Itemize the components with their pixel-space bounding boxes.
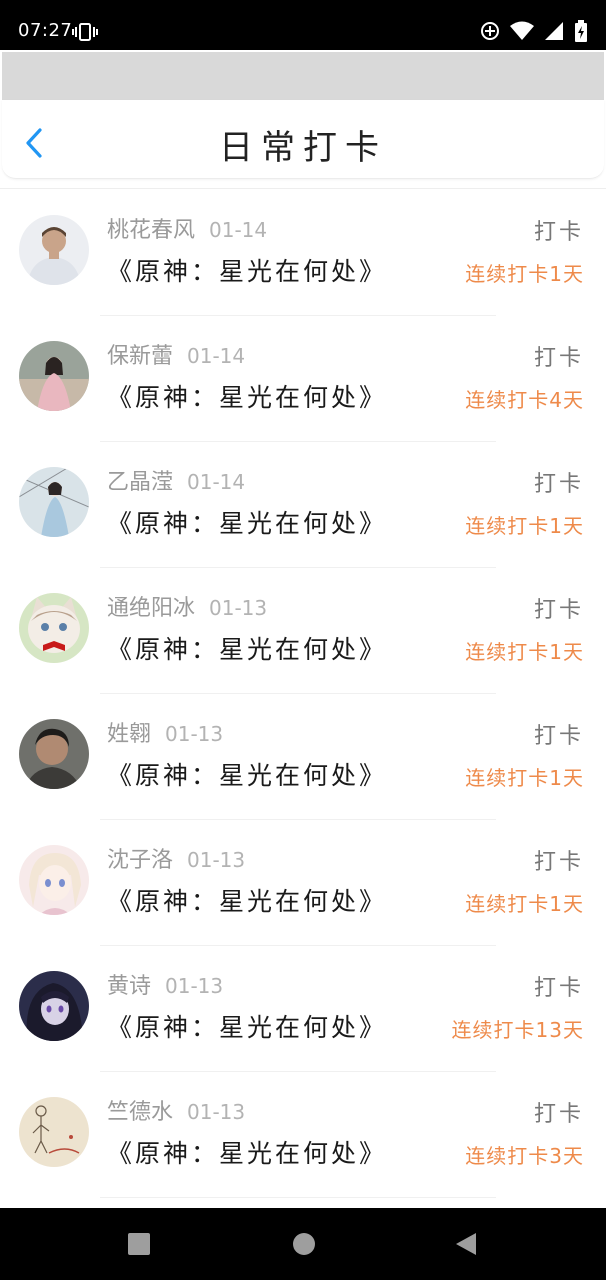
checkin-date: 01-14 bbox=[209, 218, 268, 242]
streak-count: 连续打卡1天 bbox=[465, 766, 584, 790]
status-bar: 07:27 bbox=[0, 0, 606, 50]
list-item[interactable]: 保新蕾 01-14 《原神：星光在何处》 打卡 连续打卡4天 bbox=[0, 316, 606, 442]
list-item[interactable]: 桃花春风 01-14 《原神：星光在何处》 打卡 连续打卡1天 bbox=[0, 190, 606, 316]
list-item[interactable]: 乙晶滢 01-14 《原神：星光在何处》 打卡 连续打卡1天 bbox=[0, 442, 606, 568]
checkin-header: 沈子洛 01-13 bbox=[107, 842, 245, 874]
checkin-button[interactable]: 打卡 bbox=[534, 718, 584, 750]
checkin-date: 01-13 bbox=[165, 974, 224, 998]
avatar bbox=[19, 593, 89, 663]
streak-count: 连续打卡1天 bbox=[465, 892, 584, 916]
book-title: 《原神：星光在何处》 bbox=[107, 635, 388, 664]
header: 日常打卡 bbox=[2, 100, 604, 179]
checkin-date: 01-13 bbox=[165, 722, 224, 746]
book-title: 《原神：星光在何处》 bbox=[107, 383, 388, 412]
list-item[interactable]: 姓翱 01-13 《原神：星光在何处》 打卡 连续打卡1天 bbox=[0, 694, 606, 820]
status-icons bbox=[480, 20, 588, 42]
checkin-button[interactable]: 打卡 bbox=[534, 844, 584, 876]
vibrate-icon bbox=[72, 23, 98, 41]
streak-count: 连续打卡13天 bbox=[451, 1018, 584, 1042]
streak-count: 连续打卡4天 bbox=[465, 388, 584, 412]
avatar bbox=[19, 341, 89, 411]
wifi-icon bbox=[510, 21, 534, 40]
checkin-header: 乙晶滢 01-14 bbox=[107, 464, 245, 496]
avatar bbox=[19, 719, 89, 789]
list-item[interactable]: 沈子洛 01-13 《原神：星光在何处》 打卡 连续打卡1天 bbox=[0, 820, 606, 946]
streak-count: 连续打卡3天 bbox=[465, 1144, 584, 1168]
avatar bbox=[19, 1097, 89, 1167]
book-title: 《原神：星光在何处》 bbox=[107, 761, 388, 790]
list-item[interactable]: 竺德水 01-13 《原神：星光在何处》 打卡 连续打卡3天 bbox=[0, 1072, 606, 1198]
checkin-button[interactable]: 打卡 bbox=[534, 592, 584, 624]
avatar bbox=[19, 971, 89, 1041]
checkin-button[interactable]: 打卡 bbox=[534, 1096, 584, 1128]
book-title: 《原神：星光在何处》 bbox=[107, 1013, 388, 1042]
book-title: 《原神：星光在何处》 bbox=[107, 1139, 388, 1168]
system-nav-bar bbox=[0, 1208, 606, 1280]
back-triangle-icon[interactable] bbox=[454, 1232, 478, 1256]
checkin-date: 01-13 bbox=[187, 1100, 246, 1124]
user-name: 通绝阳冰 bbox=[107, 596, 196, 621]
streak-count: 连续打卡1天 bbox=[465, 262, 584, 286]
avatar bbox=[19, 467, 89, 537]
user-name: 桃花春风 bbox=[107, 218, 196, 243]
battery-icon bbox=[575, 20, 587, 42]
gray-placeholder-band bbox=[2, 52, 604, 100]
avatar bbox=[19, 845, 89, 915]
checkin-header: 桃花春风 01-14 bbox=[107, 212, 267, 244]
home-circle-icon[interactable] bbox=[292, 1232, 316, 1256]
checkin-button[interactable]: 打卡 bbox=[534, 466, 584, 498]
user-name: 保新蕾 bbox=[107, 344, 174, 369]
checkin-date: 01-14 bbox=[187, 470, 246, 494]
user-name: 竺德水 bbox=[107, 1100, 174, 1125]
checkin-header: 保新蕾 01-14 bbox=[107, 338, 245, 370]
divider bbox=[0, 188, 606, 189]
checkin-header: 黄诗 01-13 bbox=[107, 968, 223, 1000]
checkin-button[interactable]: 打卡 bbox=[534, 214, 584, 246]
checkin-date: 01-13 bbox=[187, 848, 246, 872]
list-item[interactable]: 通绝阳冰 01-13 《原神：星光在何处》 打卡 连续打卡1天 bbox=[0, 568, 606, 694]
checkin-date: 01-14 bbox=[187, 344, 246, 368]
status-time: 07:27 bbox=[18, 20, 73, 41]
streak-count: 连续打卡1天 bbox=[465, 514, 584, 538]
checkin-button[interactable]: 打卡 bbox=[534, 340, 584, 372]
page-title: 日常打卡 bbox=[219, 128, 387, 168]
data-saver-icon bbox=[481, 22, 499, 40]
checkin-list: 桃花春风 01-14 《原神：星光在何处》 打卡 连续打卡1天 保新蕾 01-14 … bbox=[0, 190, 606, 1198]
book-title: 《原神：星光在何处》 bbox=[107, 509, 388, 538]
book-title: 《原神：星光在何处》 bbox=[107, 887, 388, 916]
book-title: 《原神：星光在何处》 bbox=[107, 257, 388, 286]
user-name: 姓翱 bbox=[107, 722, 152, 747]
checkin-header: 通绝阳冰 01-13 bbox=[107, 590, 267, 622]
checkin-header: 竺德水 01-13 bbox=[107, 1094, 245, 1126]
streak-count: 连续打卡1天 bbox=[465, 640, 584, 664]
user-name: 黄诗 bbox=[107, 974, 152, 999]
avatar bbox=[19, 215, 89, 285]
list-item[interactable]: 黄诗 01-13 《原神：星光在何处》 打卡 连续打卡13天 bbox=[0, 946, 606, 1072]
cellular-icon bbox=[545, 22, 563, 40]
recents-square-icon[interactable] bbox=[127, 1232, 151, 1256]
user-name: 沈子洛 bbox=[107, 848, 174, 873]
checkin-date: 01-13 bbox=[209, 596, 268, 620]
checkin-button[interactable]: 打卡 bbox=[534, 970, 584, 1002]
checkin-header: 姓翱 01-13 bbox=[107, 716, 223, 748]
user-name: 乙晶滢 bbox=[107, 470, 174, 495]
